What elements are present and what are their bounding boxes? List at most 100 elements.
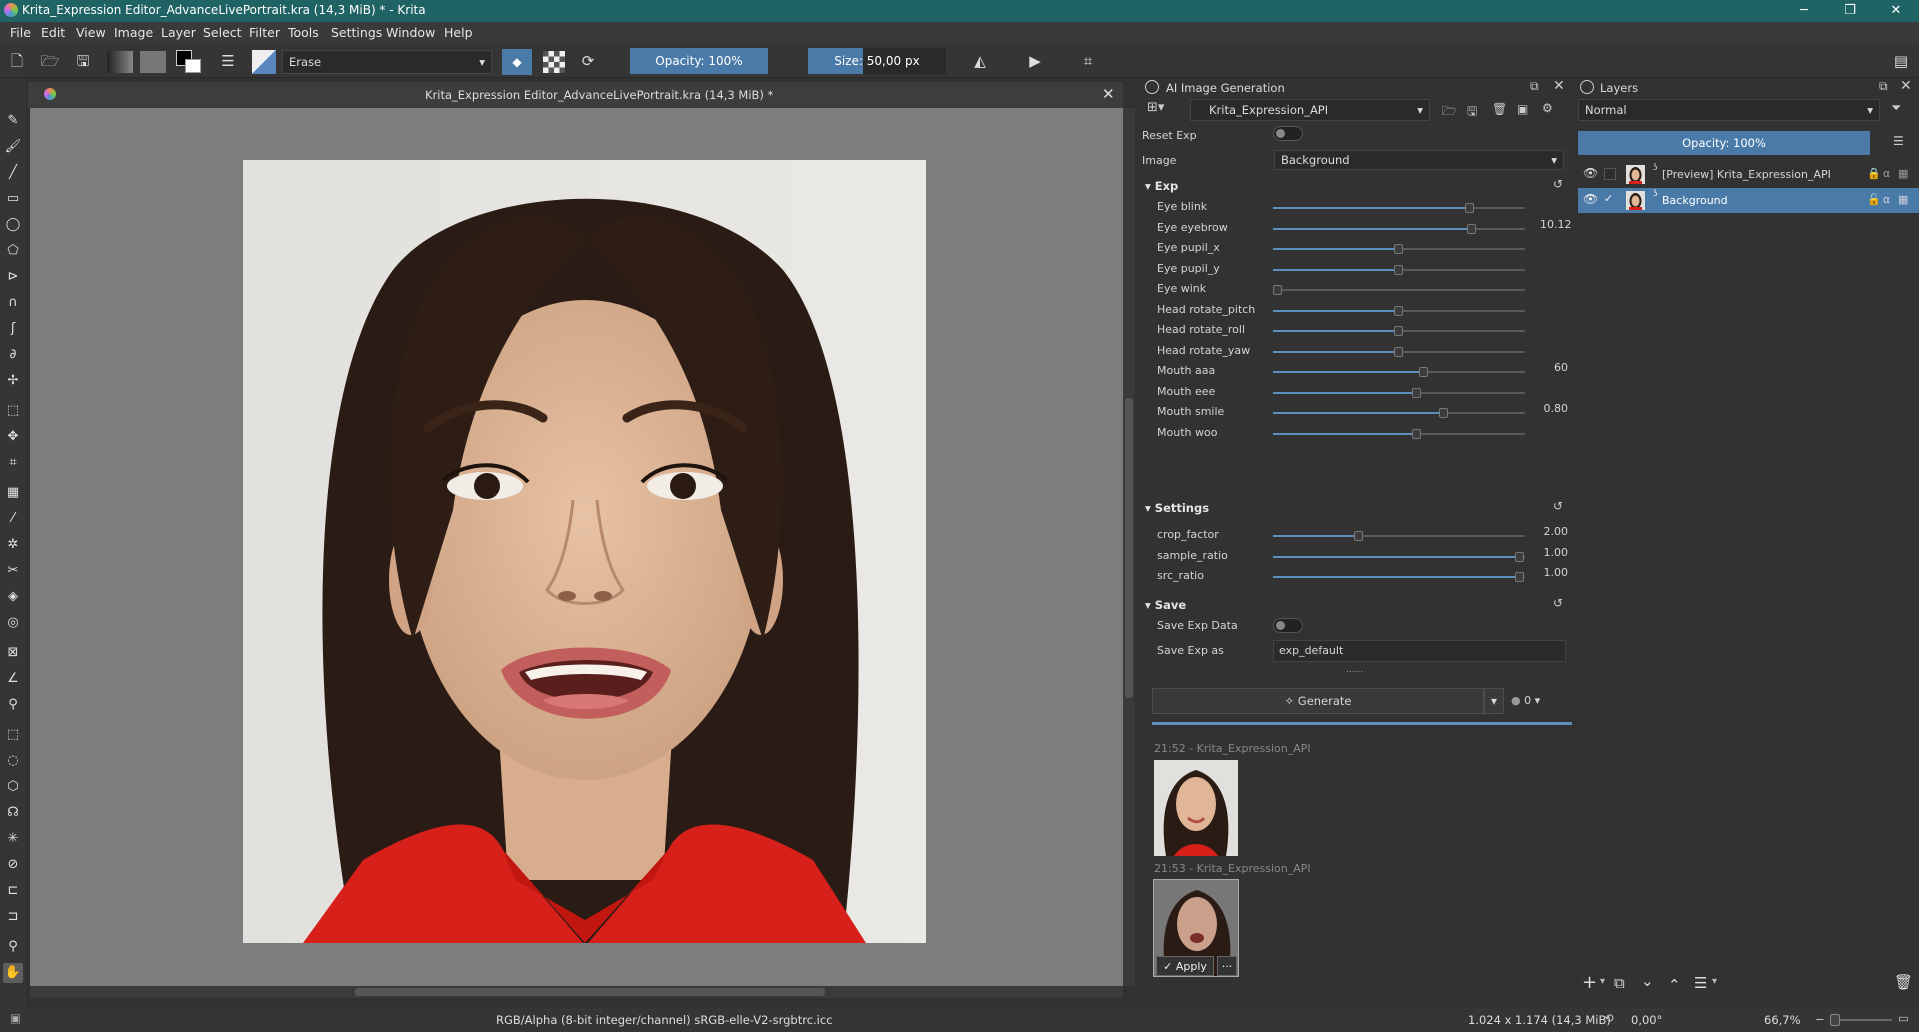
crop-tool-icon[interactable]: ⌗ <box>3 453 23 473</box>
transform-tool-icon[interactable]: ⬚ <box>3 401 23 421</box>
enclose-fill-icon[interactable]: ◎ <box>3 613 23 633</box>
layer-row-background[interactable]: 👁 ✓ ʖ Background 🔓 α ▦ <box>1578 188 1919 213</box>
pan-tool-icon[interactable]: ✋ <box>3 963 23 983</box>
param-slider[interactable] <box>1273 428 1525 439</box>
reload-preset-icon[interactable]: ⟳ <box>577 50 599 72</box>
fit-screen-icon[interactable]: ▭ <box>1898 1011 1909 1025</box>
color-swatch[interactable] <box>176 50 202 74</box>
zoom-slider[interactable] <box>1830 1014 1892 1026</box>
rotate-icon[interactable]: ⟲ <box>1604 1011 1614 1025</box>
ellipse-select-icon[interactable]: ◌ <box>3 751 23 771</box>
portrait-image[interactable] <box>243 160 926 943</box>
opacity-slider[interactable]: Opacity: 100% <box>630 48 768 74</box>
eye-visible-icon[interactable]: 👁 <box>1583 192 1598 206</box>
unlock-icon[interactable]: 🔓 <box>1867 193 1881 206</box>
save-icon[interactable]: 🖫 <box>72 50 94 72</box>
layer-checkbox[interactable] <box>1604 168 1616 180</box>
history-thumbnail-2[interactable]: ✓ Apply ··· <box>1153 879 1239 977</box>
zoom-out-icon[interactable]: − <box>1815 1012 1825 1026</box>
save-exp-as-input[interactable]: exp_default <box>1273 640 1566 662</box>
mirror-vertical-icon[interactable]: ▶ <box>1024 50 1046 72</box>
zoom-slider-knob[interactable] <box>1830 1014 1840 1026</box>
save-icon[interactable]: 🖫 <box>1467 102 1477 123</box>
line-tool-icon[interactable]: ╱ <box>3 163 23 183</box>
apply-button[interactable]: ✓ Apply <box>1156 956 1214 976</box>
generate-options-dropdown[interactable]: ▾ <box>1484 688 1504 714</box>
move-layer-up-icon[interactable]: ⌃ <box>1668 976 1681 994</box>
splitter-handle[interactable]: ...... <box>1346 665 1363 675</box>
menu-window[interactable]: Window <box>386 25 435 40</box>
param-slider-knob[interactable] <box>1464 203 1474 213</box>
freehand-brush-icon[interactable]: 🖌 <box>3 137 23 157</box>
vertical-scroll-thumb[interactable] <box>1125 398 1133 698</box>
param-slider[interactable] <box>1273 326 1525 336</box>
reset-exp-icon[interactable]: ↺ <box>1553 177 1563 191</box>
param-slider[interactable] <box>1273 367 1525 377</box>
trash-icon[interactable]: 🗑 <box>1492 102 1507 116</box>
zoom-tool-icon[interactable]: ⚲ <box>3 937 23 957</box>
layer-row-preview[interactable]: 👁 ʖ [Preview] Krita_Expression_API 🔒 α ▦ <box>1578 162 1919 187</box>
freehand-path-icon[interactable]: ʃ <box>3 319 23 339</box>
minimize-button[interactable]: ─ <box>1781 0 1827 22</box>
brush-preset-thumbnail[interactable] <box>252 50 276 74</box>
close-window-button[interactable]: ✕ <box>1873 0 1919 22</box>
menu-view[interactable]: View <box>76 25 106 40</box>
menu-filter[interactable]: Filter <box>249 25 280 40</box>
bezier-select-icon[interactable]: ⊏ <box>3 881 23 901</box>
float-panel-icon[interactable]: ⧉ <box>1879 79 1888 94</box>
open-folder-icon[interactable]: 🗁 <box>39 50 61 72</box>
reset-exp-toggle[interactable] <box>1273 126 1303 141</box>
param-slider-knob[interactable] <box>1394 346 1403 357</box>
assistant-tool-icon[interactable]: ✂ <box>3 561 23 581</box>
reset-save-icon[interactable]: ↺ <box>1553 596 1563 610</box>
param-slider-knob[interactable] <box>1514 551 1524 562</box>
param-slider-knob[interactable] <box>1273 285 1282 295</box>
fill-tool-icon[interactable]: ◈ <box>3 587 23 607</box>
param-slider-knob[interactable] <box>1439 408 1449 418</box>
preserve-alpha-icon[interactable] <box>543 51 565 73</box>
size-slider[interactable]: Size: 50,00 px <box>808 48 946 74</box>
queue-button[interactable]: ● 0 ▾ <box>1511 694 1540 707</box>
assistant-grid-icon[interactable]: ⊠ <box>3 643 23 663</box>
chevron-down-icon[interactable]: ▾ <box>1712 976 1717 987</box>
param-slider-knob[interactable] <box>1394 305 1403 316</box>
save-section-header[interactable]: ▾ Save <box>1145 598 1186 612</box>
canvas-vertical-scrollbar[interactable] <box>1123 108 1135 986</box>
duplicate-layer-icon[interactable]: ⧉ <box>1614 974 1625 992</box>
close-panel-icon[interactable]: ✕ <box>1900 78 1912 94</box>
param-slider-knob[interactable] <box>1394 244 1403 254</box>
contiguous-select-icon[interactable]: ✳ <box>3 829 23 849</box>
pattern-picker[interactable] <box>140 51 166 73</box>
polyline-tool-icon[interactable]: ⊳ <box>3 267 23 287</box>
reset-settings-icon[interactable]: ↺ <box>1553 499 1563 513</box>
param-slider[interactable] <box>1273 264 1525 275</box>
gradient-tool-icon[interactable]: ▦ <box>3 483 23 503</box>
param-slider-knob[interactable] <box>1411 428 1421 439</box>
param-slider[interactable] <box>1273 244 1525 254</box>
alpha-lock-icon[interactable]: α <box>1883 167 1890 180</box>
color-picker-icon[interactable]: ⁄ <box>3 509 23 529</box>
param-slider[interactable] <box>1273 223 1525 234</box>
save-exp-data-toggle[interactable] <box>1273 618 1303 633</box>
measure-tool-icon[interactable]: ∠ <box>3 669 23 689</box>
menu-tools[interactable]: Tools <box>288 25 319 40</box>
chevron-down-icon[interactable]: ▾ <box>1600 976 1605 987</box>
move-layer-down-icon[interactable]: ⌄ <box>1641 972 1654 990</box>
history-thumbnail-1[interactable] <box>1154 760 1238 856</box>
delete-layer-icon[interactable]: 🗑 <box>1894 973 1913 991</box>
layer-opacity-slider[interactable]: Opacity: 100% <box>1578 131 1870 155</box>
layer-properties-icon[interactable]: ☰ <box>1694 974 1707 992</box>
menu-image[interactable]: Image <box>114 25 153 40</box>
menu-help[interactable]: Help <box>444 25 473 40</box>
horizontal-scroll-thumb[interactable] <box>355 988 825 996</box>
similar-select-icon[interactable]: ⊘ <box>3 855 23 875</box>
param-slider-knob[interactable] <box>1514 572 1524 582</box>
menu-edit[interactable]: Edit <box>41 25 65 40</box>
menu-select[interactable]: Select <box>203 25 242 40</box>
param-slider[interactable] <box>1273 408 1525 418</box>
eye-visible-icon[interactable]: 👁 <box>1583 166 1598 180</box>
bezier-tool-icon[interactable]: ∩ <box>3 293 23 313</box>
layer-checkmark-icon[interactable]: ✓ <box>1604 192 1613 205</box>
workspace-selector[interactable]: Krita_Expression_API ▾ <box>1190 99 1430 121</box>
close-document-icon[interactable]: ✕ <box>1102 85 1115 103</box>
